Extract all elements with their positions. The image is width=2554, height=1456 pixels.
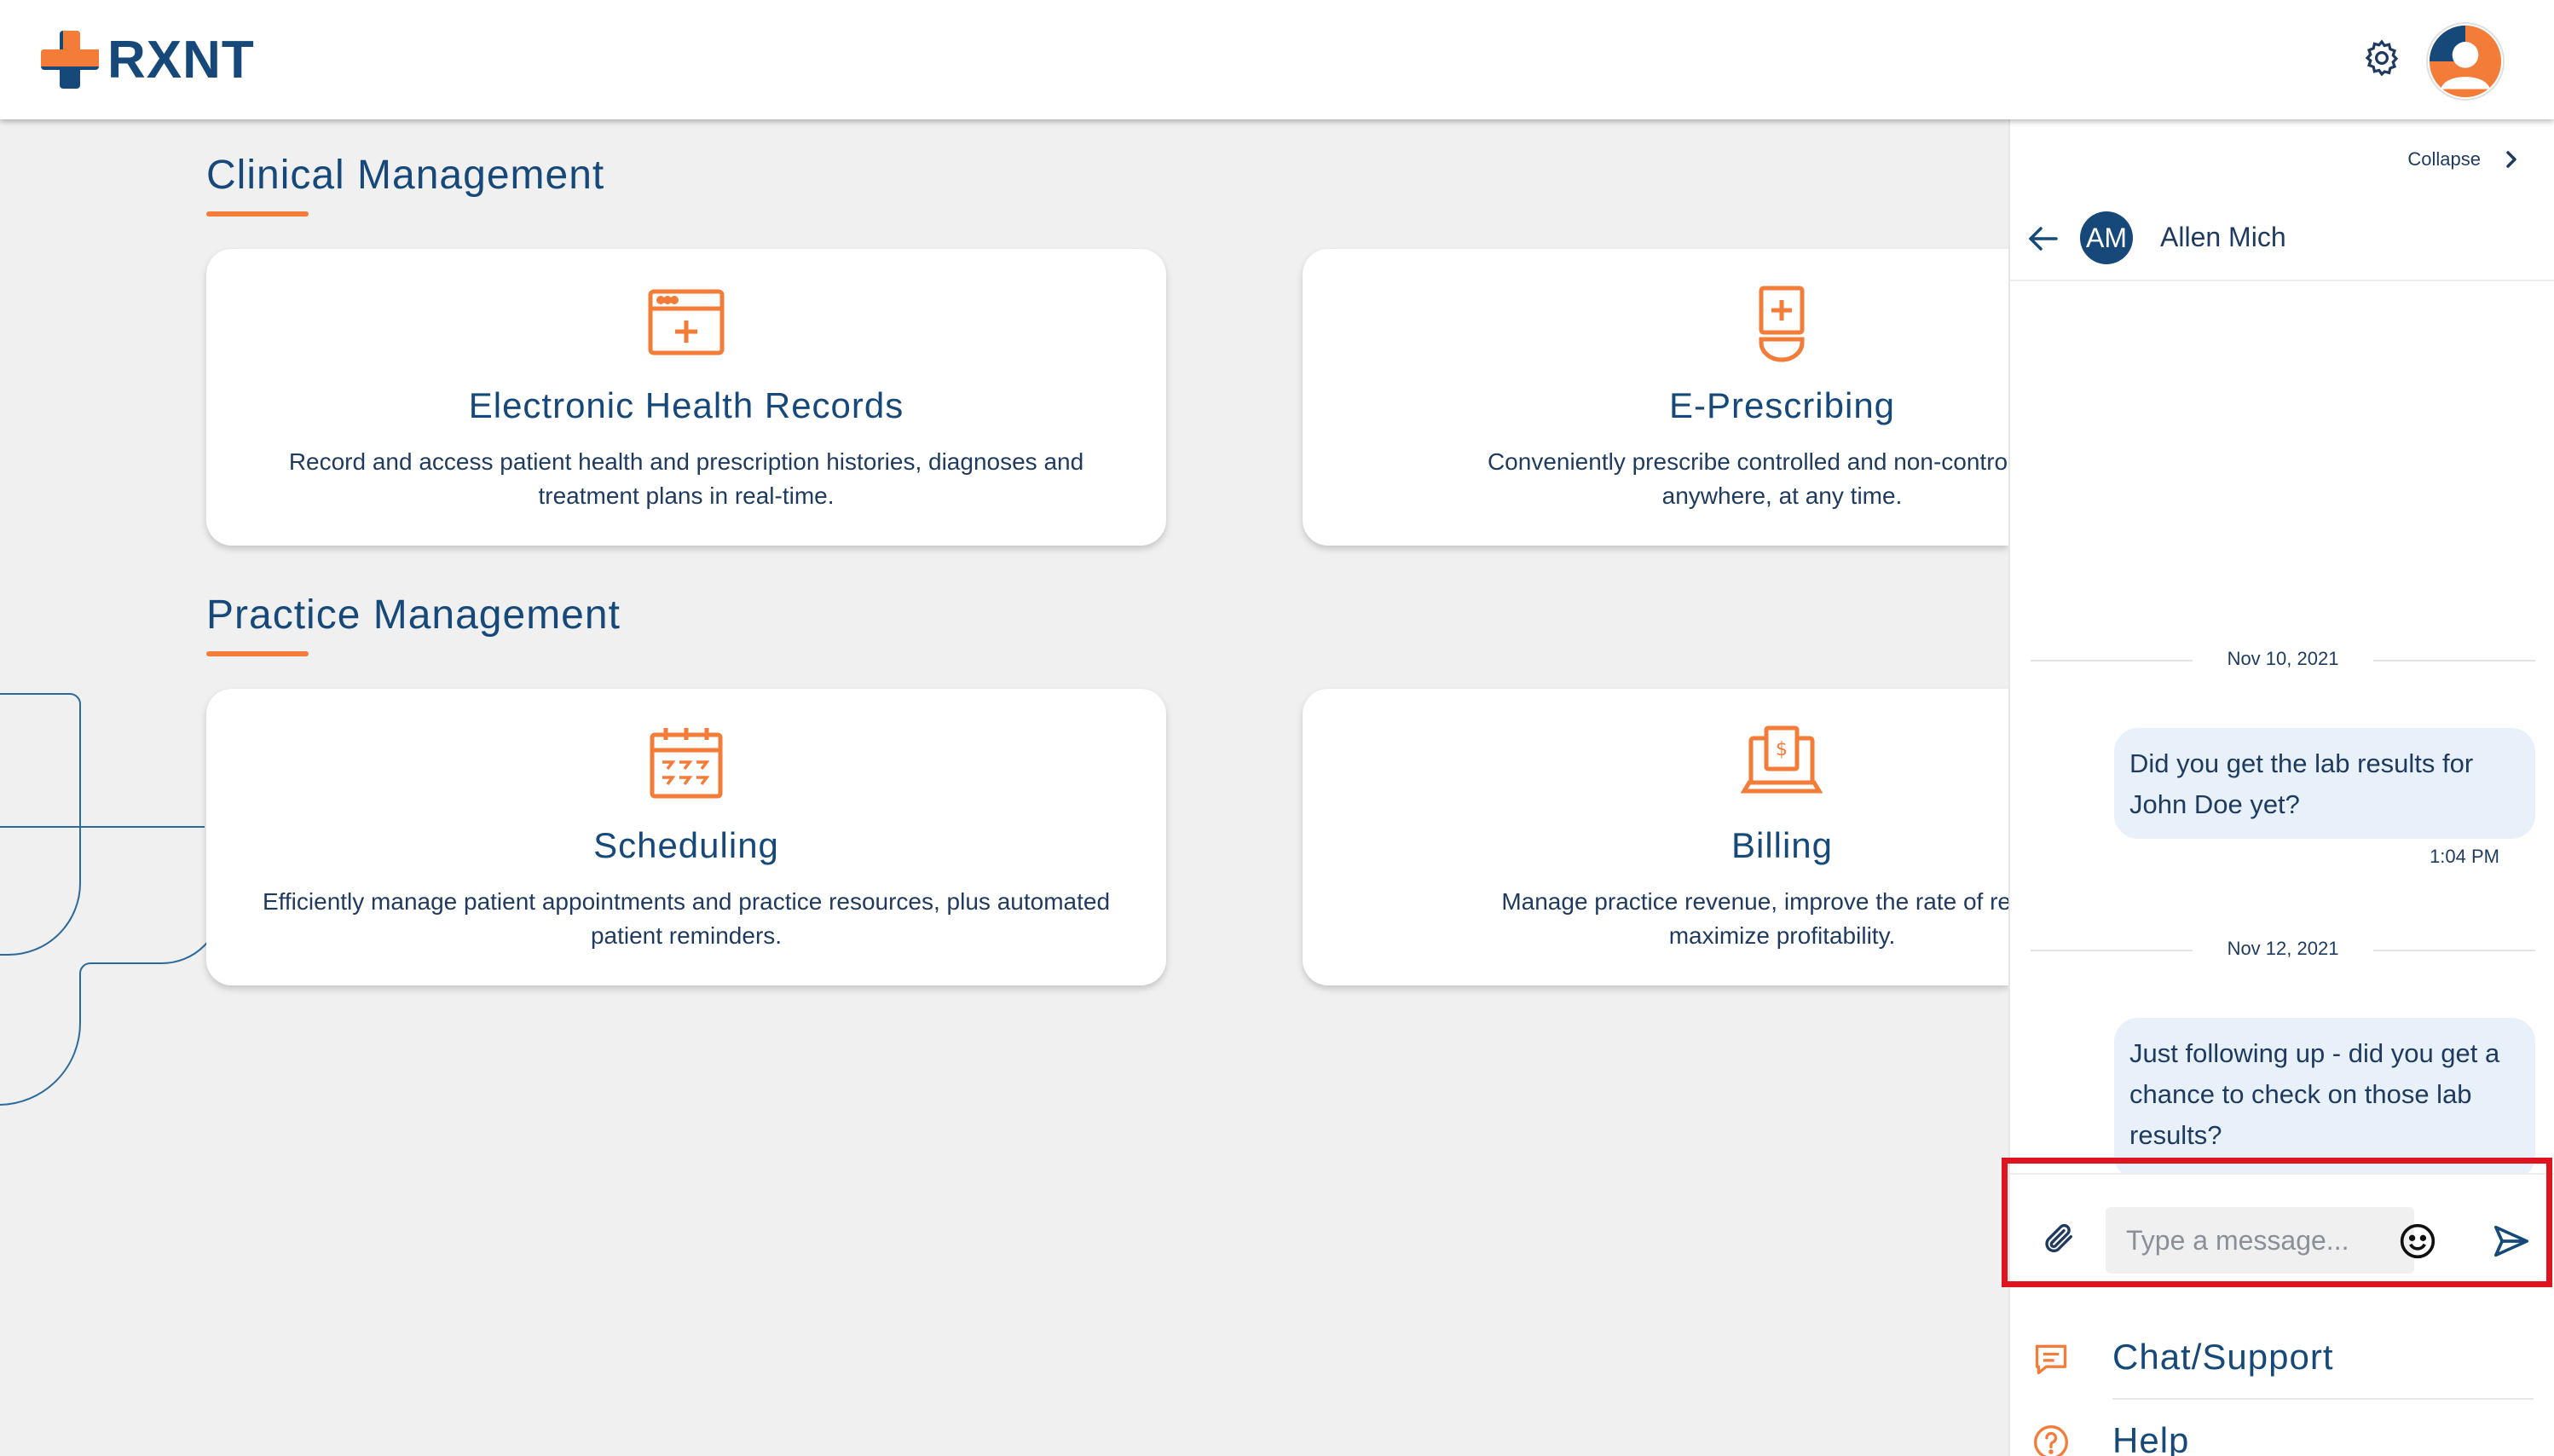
svg-text:$: $ [1776,739,1788,760]
chat-panel: Collapse AM Allen Mich Nov 10, 2021 Did … [2008,119,2554,1456]
chevron-right-icon [2506,151,2516,168]
logo-text: RXNT [107,30,255,90]
message-input[interactable] [2106,1207,2414,1274]
date-label: Nov 12, 2021 [2227,938,2339,959]
card-description: Conveniently prescribe controlled and no… [1487,448,2008,509]
chat-header: AM Allen Mich [2010,205,2554,281]
message-bubble: Just following up - did you get a chance… [2114,1018,2535,1180]
date-label: Nov 10, 2021 [2227,648,2339,669]
section-underline [206,651,309,656]
card-title: E-Prescribing [1668,385,1896,425]
menu-divider [2112,1398,2534,1400]
card-scheduling[interactable]: Scheduling Efficiently manage patient ap… [206,689,1166,985]
card-e-prescribing[interactable]: E-Prescribing Conveniently prescribe con… [1303,249,2008,546]
collapse-button[interactable]: Collapse [2407,148,2520,170]
card-description: Record and access patient health and pre… [288,448,1084,509]
card-electronic-health-records[interactable]: Electronic Health Records Record and acc… [206,249,1166,546]
section-title-practice: Practice Management [206,592,621,638]
card-description: Manage practice revenue, improve the rat… [1501,888,2008,949]
section-underline [206,211,309,217]
card-title: Scheduling [593,825,779,865]
card-title: Billing [1731,825,1834,865]
logo-cross-icon [41,31,99,89]
billing-computer-icon: $ [1741,725,1823,794]
rxnt-logo[interactable]: RXNT [38,27,255,92]
message-bubble: Did you get the lab results for John Doe… [2114,728,2535,839]
section-title-clinical: Clinical Management [206,153,605,198]
help-menu-item[interactable]: Help [2010,1401,2554,1456]
card-description: Efficiently manage patient appointments … [262,888,1111,949]
contact-avatar: AM [2080,211,2133,264]
paperclip-icon[interactable] [2043,1221,2077,1258]
menu-item-label: Help [2112,1420,2190,1456]
message-composer [2010,1173,2554,1301]
avatar[interactable] [2426,22,2505,101]
card-title: Electronic Health Records [468,385,904,425]
chat-support-menu-item[interactable]: Chat/Support [2010,1318,2554,1400]
chat-icon [2035,1344,2067,1375]
gear-icon[interactable] [2361,38,2402,78]
top-header: RXNT [0,0,2554,119]
date-separator: Nov 10, 2021 [2031,648,2535,673]
decorative-lines [0,693,222,1106]
message-time: 1:04 PM [2430,846,2499,867]
card-billing[interactable]: $ Billing Manage practice revenue, impro… [1303,689,2008,985]
menu-item-label: Chat/Support [2112,1337,2334,1377]
user-avatar-icon [2429,25,2502,98]
collapse-label: Collapse [2407,148,2481,170]
help-icon [2034,1425,2068,1456]
prescription-bottle-icon [1759,286,1805,362]
date-separator: Nov 12, 2021 [2031,938,2535,963]
ehr-window-icon [648,289,725,355]
send-icon[interactable] [2493,1224,2530,1258]
emoji-icon[interactable] [2399,1222,2436,1260]
calendar-icon [650,728,723,799]
contact-name: Allen Mich [2160,222,2286,252]
back-arrow-icon[interactable] [2025,222,2060,256]
